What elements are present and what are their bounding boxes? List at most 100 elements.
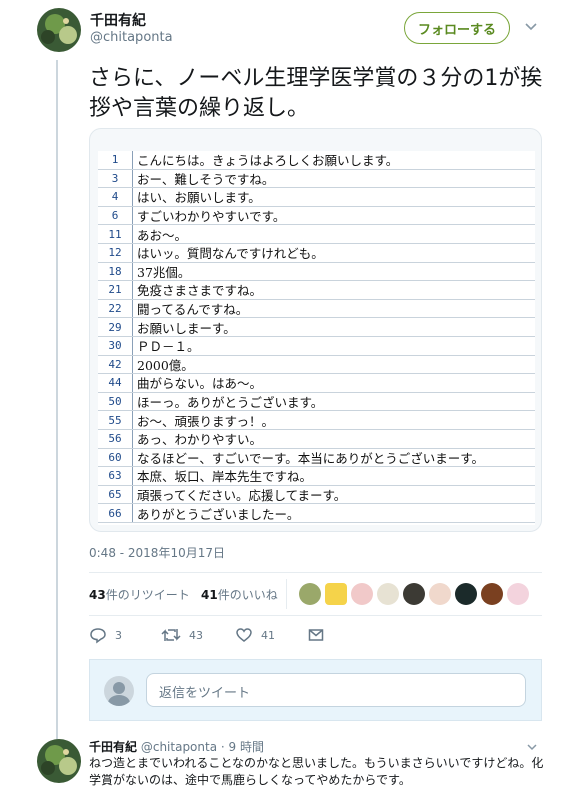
- transcript-row: 56 あっ、わかりやすい。: [98, 430, 535, 449]
- transcript-row: 1 こんにちは。きょうはよろしくお願いします。: [98, 151, 535, 170]
- transcript-line-text: すごいわかりやすいです。: [137, 209, 286, 225]
- transcript-row: 50 ほーっ。ありがとうございます。: [98, 392, 535, 412]
- transcript-line-number: 42: [108, 357, 122, 371]
- transcript-row: 29 お願いしまーす。: [98, 318, 535, 337]
- like-count: 41: [261, 628, 275, 642]
- retweet-count: 43: [189, 628, 203, 642]
- liker-avatar[interactable]: [481, 583, 503, 605]
- reply-author-line: 千田有紀 @chitaponta · 9 時間: [89, 738, 264, 755]
- transcript-row: 11 あお～。: [98, 225, 535, 244]
- transcript-line-text: 37兆個。: [137, 264, 191, 280]
- transcript-row: 60 なるほどー、すごいでーす。本当にありがとうございまーす。: [98, 448, 535, 468]
- tweet-text: さらに、ノーベル生理学医学賞の３分の1が挨拶や言葉の繰り返し。: [89, 66, 543, 121]
- transcript-line-number: 44: [108, 376, 122, 390]
- transcript-line-text: 闘ってるんですね。: [137, 302, 249, 318]
- retweet-stat-count: 43: [89, 588, 106, 602]
- reply-author-avatar[interactable]: [37, 739, 81, 783]
- transcript-line-text: あっ、わかりやすい。: [137, 432, 263, 448]
- reply-author-name[interactable]: 千田有紀: [89, 740, 137, 754]
- retweet-stat[interactable]: 43件のリツイート: [89, 586, 190, 603]
- transcript-line-text: 頑張ってください。応援してまーす。: [137, 488, 347, 504]
- transcript-line-number: 18: [108, 264, 122, 278]
- tweet-media-image[interactable]: 1 こんにちは。きょうはよろしくお願いします。 3 おー、難しそうですね。 4 はい、お願…: [89, 128, 542, 532]
- transcript-line-text: こんにちは。きょうはよろしくお願いします。: [137, 153, 399, 169]
- transcript-line-number: 3: [111, 171, 119, 185]
- transcript-line-text: ＰＤ－１。: [137, 339, 200, 355]
- tweet-stats: 43件のリツイート 41件のいいね: [89, 572, 542, 616]
- reply-author-handle[interactable]: @chitaponta: [141, 740, 217, 754]
- like-action[interactable]: 41: [235, 626, 275, 644]
- liker-avatar[interactable]: [299, 583, 321, 605]
- liker-avatar[interactable]: [325, 583, 347, 605]
- transcript-line-number: 65: [108, 488, 122, 502]
- retweet-icon: [161, 629, 181, 641]
- liker-avatar[interactable]: [377, 583, 399, 605]
- transcript-line-text: なるほどー、すごいでーす。本当にありがとうございまーす。: [137, 450, 485, 466]
- follow-button[interactable]: フォローする: [404, 12, 510, 44]
- transcript-row: 21 免疫さまさまですね。: [98, 281, 535, 300]
- transcript-line-text: おー、難しそうですね。: [137, 171, 275, 187]
- reply-icon: [90, 628, 106, 644]
- transcript-line-number: 56: [108, 432, 122, 446]
- transcript-line-number: 12: [108, 246, 122, 260]
- envelope-icon: [308, 629, 324, 641]
- tweet-timestamp[interactable]: 0:48 - 2018年10月17日: [89, 544, 225, 561]
- chevron-down-icon[interactable]: [524, 20, 538, 34]
- transcript-line-number: 30: [108, 339, 122, 353]
- transcript-row: 4 はい、お願いします。: [98, 188, 535, 207]
- direct-message-action[interactable]: [307, 626, 333, 644]
- transcript-line-text: 本庶、坂口、岸本先生ですね。: [137, 469, 313, 485]
- transcript-line-text: はい、お願いします。: [137, 190, 261, 206]
- reply-tweet[interactable]: 千田有紀 @chitaponta · 9 時間 ねつ造とまでいわれることなのかな…: [0, 735, 575, 797]
- like-stat[interactable]: 41件のいいね: [201, 586, 278, 603]
- transcript-line-text: はいッ。質問なんですけれども。: [137, 246, 324, 262]
- author-avatar[interactable]: [37, 8, 81, 52]
- transcript-line-number: 6: [111, 209, 119, 223]
- author-name[interactable]: 千田有紀: [90, 10, 146, 30]
- retweet-stat-label: 件のリツイート: [105, 588, 190, 602]
- transcript-row: 44 曲がらない。はあ～。: [98, 374, 535, 393]
- transcript-line-text: ほーっ。ありがとうございます。: [137, 395, 324, 411]
- tweet-actions: 3 43 41: [89, 622, 389, 650]
- user-avatar: [104, 676, 134, 706]
- transcript-line-number: 22: [108, 302, 122, 316]
- transcript-line-text: 2000億。: [137, 357, 194, 373]
- heart-icon: [236, 628, 252, 642]
- transcript-line-number: 29: [108, 320, 122, 334]
- transcript-line-text: ありがとうございましたー。: [137, 506, 300, 522]
- reply-text: ねつ造とまでいわれることなのかなと思いました。もういまさらいいですけどね。化学賞…: [89, 756, 544, 787]
- transcript-row: 65 頑張ってください。応援してまーす。: [98, 485, 535, 505]
- retweet-action[interactable]: 43: [161, 626, 203, 644]
- liker-avatar[interactable]: [507, 583, 529, 605]
- transcript-row: 3 おー、難しそうですね。: [98, 169, 535, 189]
- stats-divider: [286, 579, 287, 609]
- transcript-row: 6 すごいわかりやすいです。: [98, 206, 535, 226]
- thread-line: [56, 60, 58, 740]
- tweet-header: 千田有紀 @chitaponta フォローする: [0, 0, 575, 60]
- transcript-line-text: あお～。: [137, 227, 188, 243]
- transcript-row: 30 ＰＤ－１。: [98, 337, 535, 356]
- transcript-line-number: 60: [108, 450, 122, 464]
- reply-action[interactable]: 3: [89, 626, 122, 644]
- transcript-row: 12 はいッ。質問なんですけれども。: [98, 244, 535, 263]
- chevron-down-icon[interactable]: [526, 741, 538, 753]
- transcript-line-number: 55: [108, 413, 122, 427]
- liker-avatar[interactable]: [351, 583, 373, 605]
- transcript-row: 18 37兆個。: [98, 262, 535, 282]
- transcript-line-number: 1: [111, 153, 119, 167]
- transcript-line-number: 63: [108, 469, 122, 483]
- reply-input[interactable]: 返信をツイート: [146, 673, 526, 707]
- transcript-line-text: 曲がらない。はあ～。: [137, 376, 263, 392]
- liker-avatar[interactable]: [455, 583, 477, 605]
- author-handle[interactable]: @chitaponta: [90, 30, 173, 45]
- transcript-line-number: 21: [108, 283, 122, 297]
- like-stat-count: 41: [201, 588, 218, 602]
- transcript-line-number: 11: [108, 227, 122, 241]
- liker-avatar[interactable]: [429, 583, 451, 605]
- liker-avatar[interactable]: [403, 583, 425, 605]
- like-stat-label: 件のいいね: [217, 588, 278, 602]
- transcript-line-text: 免疫さまさまですね。: [137, 283, 263, 299]
- reply-time[interactable]: · 9 時間: [221, 740, 264, 754]
- transcript-line-number: 50: [108, 395, 122, 409]
- transcript-line-number: 66: [108, 506, 122, 520]
